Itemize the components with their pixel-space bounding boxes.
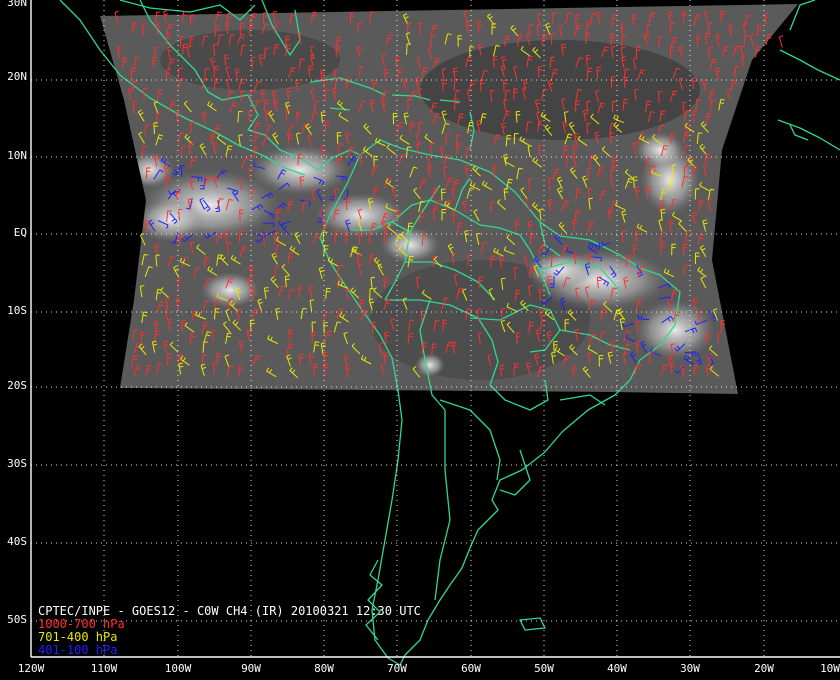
legend-mid-level: 701-400 hPa xyxy=(38,630,117,644)
lat-label-20s: 20S xyxy=(7,379,27,392)
lon-label-120w: 120W xyxy=(18,662,45,675)
lon-label-10w: 10W xyxy=(820,662,840,675)
lon-label-100w: 100W xyxy=(165,662,192,675)
lat-label-30n: 30N xyxy=(7,0,27,9)
lat-label-40s: 40S xyxy=(7,535,27,548)
lon-label-40w: 40W xyxy=(607,662,627,675)
longitude-labels: 120W 110W 100W 90W 80W 70W 60W 50W 40W 3… xyxy=(18,662,840,675)
satellite-imagery xyxy=(100,4,798,394)
lon-label-20w: 20W xyxy=(754,662,774,675)
lon-label-70w: 70W xyxy=(387,662,407,675)
lon-label-90w: 90W xyxy=(241,662,261,675)
lon-label-50w: 50W xyxy=(534,662,554,675)
lat-label-20n: 20N xyxy=(7,70,27,83)
lat-label-10n: 10N xyxy=(7,149,27,162)
legend-high-level: 401-100 hPa xyxy=(38,643,117,657)
satellite-wind-map: 30N 20N 10N EQ 10S 20S 30S 40S 50S 120W … xyxy=(7,0,840,675)
lat-label-eq: EQ xyxy=(14,226,27,239)
lon-label-30w: 30W xyxy=(680,662,700,675)
legend-low-level: 1000-700 hPa xyxy=(38,617,125,631)
lat-label-30s: 30S xyxy=(7,457,27,470)
wind-barb xyxy=(778,35,784,48)
lat-label-50s: 50S xyxy=(7,613,27,626)
lon-label-60w: 60W xyxy=(461,662,481,675)
lon-label-110w: 110W xyxy=(91,662,118,675)
lon-label-80w: 80W xyxy=(314,662,334,675)
latitude-labels: 30N 20N 10N EQ 10S 20S 30S 40S 50S xyxy=(7,0,27,626)
pressure-legend: 1000-700 hPa 701-400 hPa 401-100 hPa xyxy=(38,617,125,657)
map-caption: CPTEC/INPE - GOES12 - C0W CH4 (IR) 20100… xyxy=(38,604,421,618)
lat-label-10s: 10S xyxy=(7,304,27,317)
